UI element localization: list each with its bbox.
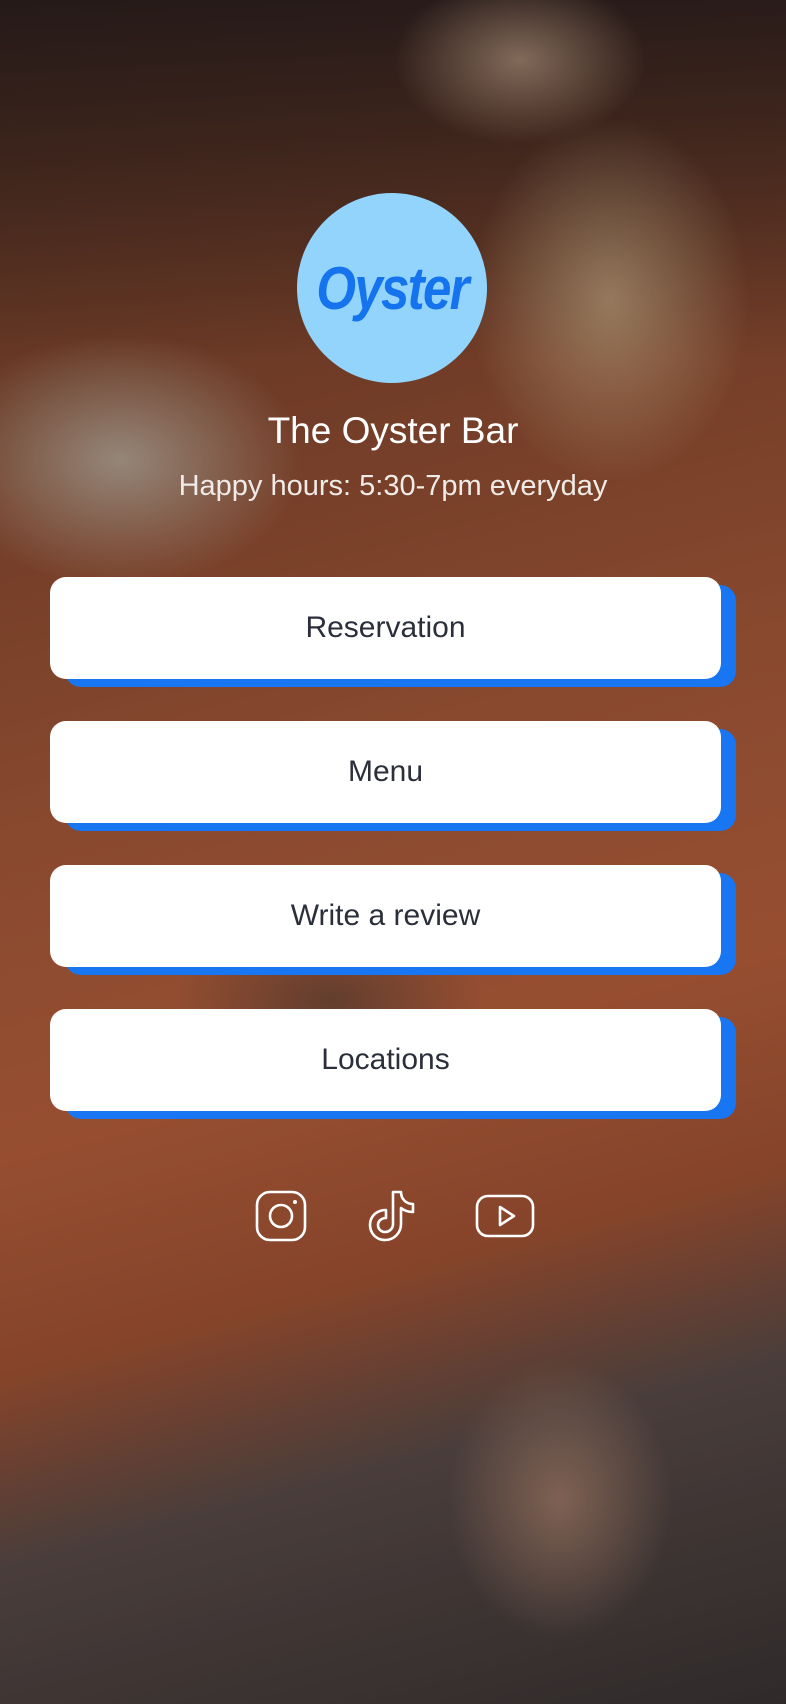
link-page: Oyster The Oyster Bar Happy hours: 5:30-…	[0, 0, 786, 1704]
page-subtitle: Happy hours: 5:30-7pm everyday	[178, 470, 608, 502]
youtube-icon	[475, 1186, 535, 1251]
social-links	[0, 1188, 786, 1248]
tiktok-link[interactable]	[363, 1188, 423, 1248]
instagram-icon	[251, 1186, 311, 1251]
instagram-link[interactable]	[251, 1188, 311, 1248]
brand-logo: Oyster	[297, 193, 487, 383]
reservation-button[interactable]: Reservation	[50, 577, 721, 679]
write-review-button[interactable]: Write a review	[50, 865, 721, 967]
youtube-link[interactable]	[475, 1188, 535, 1248]
logo-text: Oyster	[316, 254, 469, 322]
locations-button[interactable]: Locations	[50, 1009, 721, 1111]
menu-button[interactable]: Menu	[50, 721, 721, 823]
page-title: The Oyster Bar	[267, 410, 519, 451]
tiktok-icon	[363, 1186, 423, 1251]
